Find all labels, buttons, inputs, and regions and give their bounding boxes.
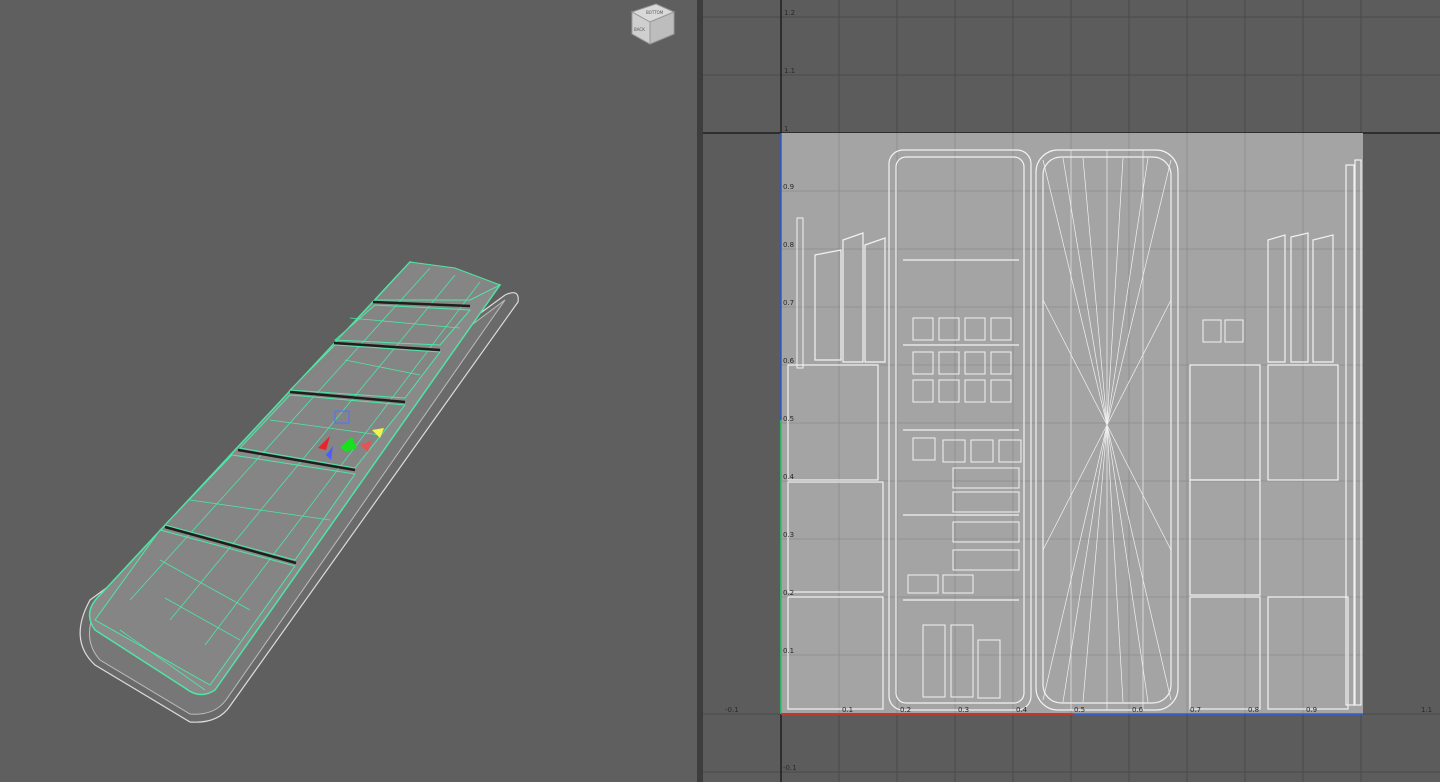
u-tick: 0.9 [1306, 706, 1317, 714]
v-tick: 0.9 [783, 183, 794, 191]
v-tick: 0.3 [783, 531, 794, 539]
u-tick: 0.8 [1248, 706, 1259, 714]
viewcube-top-label: BOTTOM [646, 10, 664, 15]
v-tick: 0.4 [783, 473, 795, 481]
v-tick: 1.2 [784, 9, 795, 17]
u-tick: 0.2 [900, 706, 911, 714]
u-tick: 0.5 [1074, 706, 1085, 714]
u-tick: -0.1 [725, 706, 739, 714]
viewcube[interactable]: BOTTOM BACK [624, 0, 680, 50]
v-tick: 0.2 [783, 589, 794, 597]
v-tick: 0.7 [783, 299, 794, 307]
u-tick: 0.1 [842, 706, 853, 714]
u-tick: 1.1 [1421, 706, 1432, 714]
v-tick: 1 [784, 125, 788, 133]
uv-editor-viewport[interactable]: 1.2 1.1 1 0.9 0.8 0.7 0.6 0.5 0.4 0.3 0.… [703, 0, 1440, 782]
v-tick: 1.1 [784, 67, 795, 75]
v-tick: 0.6 [783, 357, 795, 365]
u-tick: 0.3 [958, 706, 969, 714]
u-tick: 0.7 [1190, 706, 1201, 714]
viewcube-front-label: BACK [634, 27, 645, 32]
u-tick: 0.6 [1132, 706, 1144, 714]
v-tick: 0.1 [783, 647, 794, 655]
v-tick: 0.5 [783, 415, 794, 423]
uv-tile [781, 133, 1363, 714]
v-tick: -0.1 [783, 764, 797, 772]
perspective-viewport[interactable]: BOTTOM BACK [0, 0, 697, 782]
uv-grid: 1.2 1.1 1 0.9 0.8 0.7 0.6 0.5 0.4 0.3 0.… [703, 0, 1440, 782]
v-tick: 0.8 [783, 241, 794, 249]
u-tick: 0.4 [1016, 706, 1028, 714]
mesh-wireframe [79, 261, 519, 723]
